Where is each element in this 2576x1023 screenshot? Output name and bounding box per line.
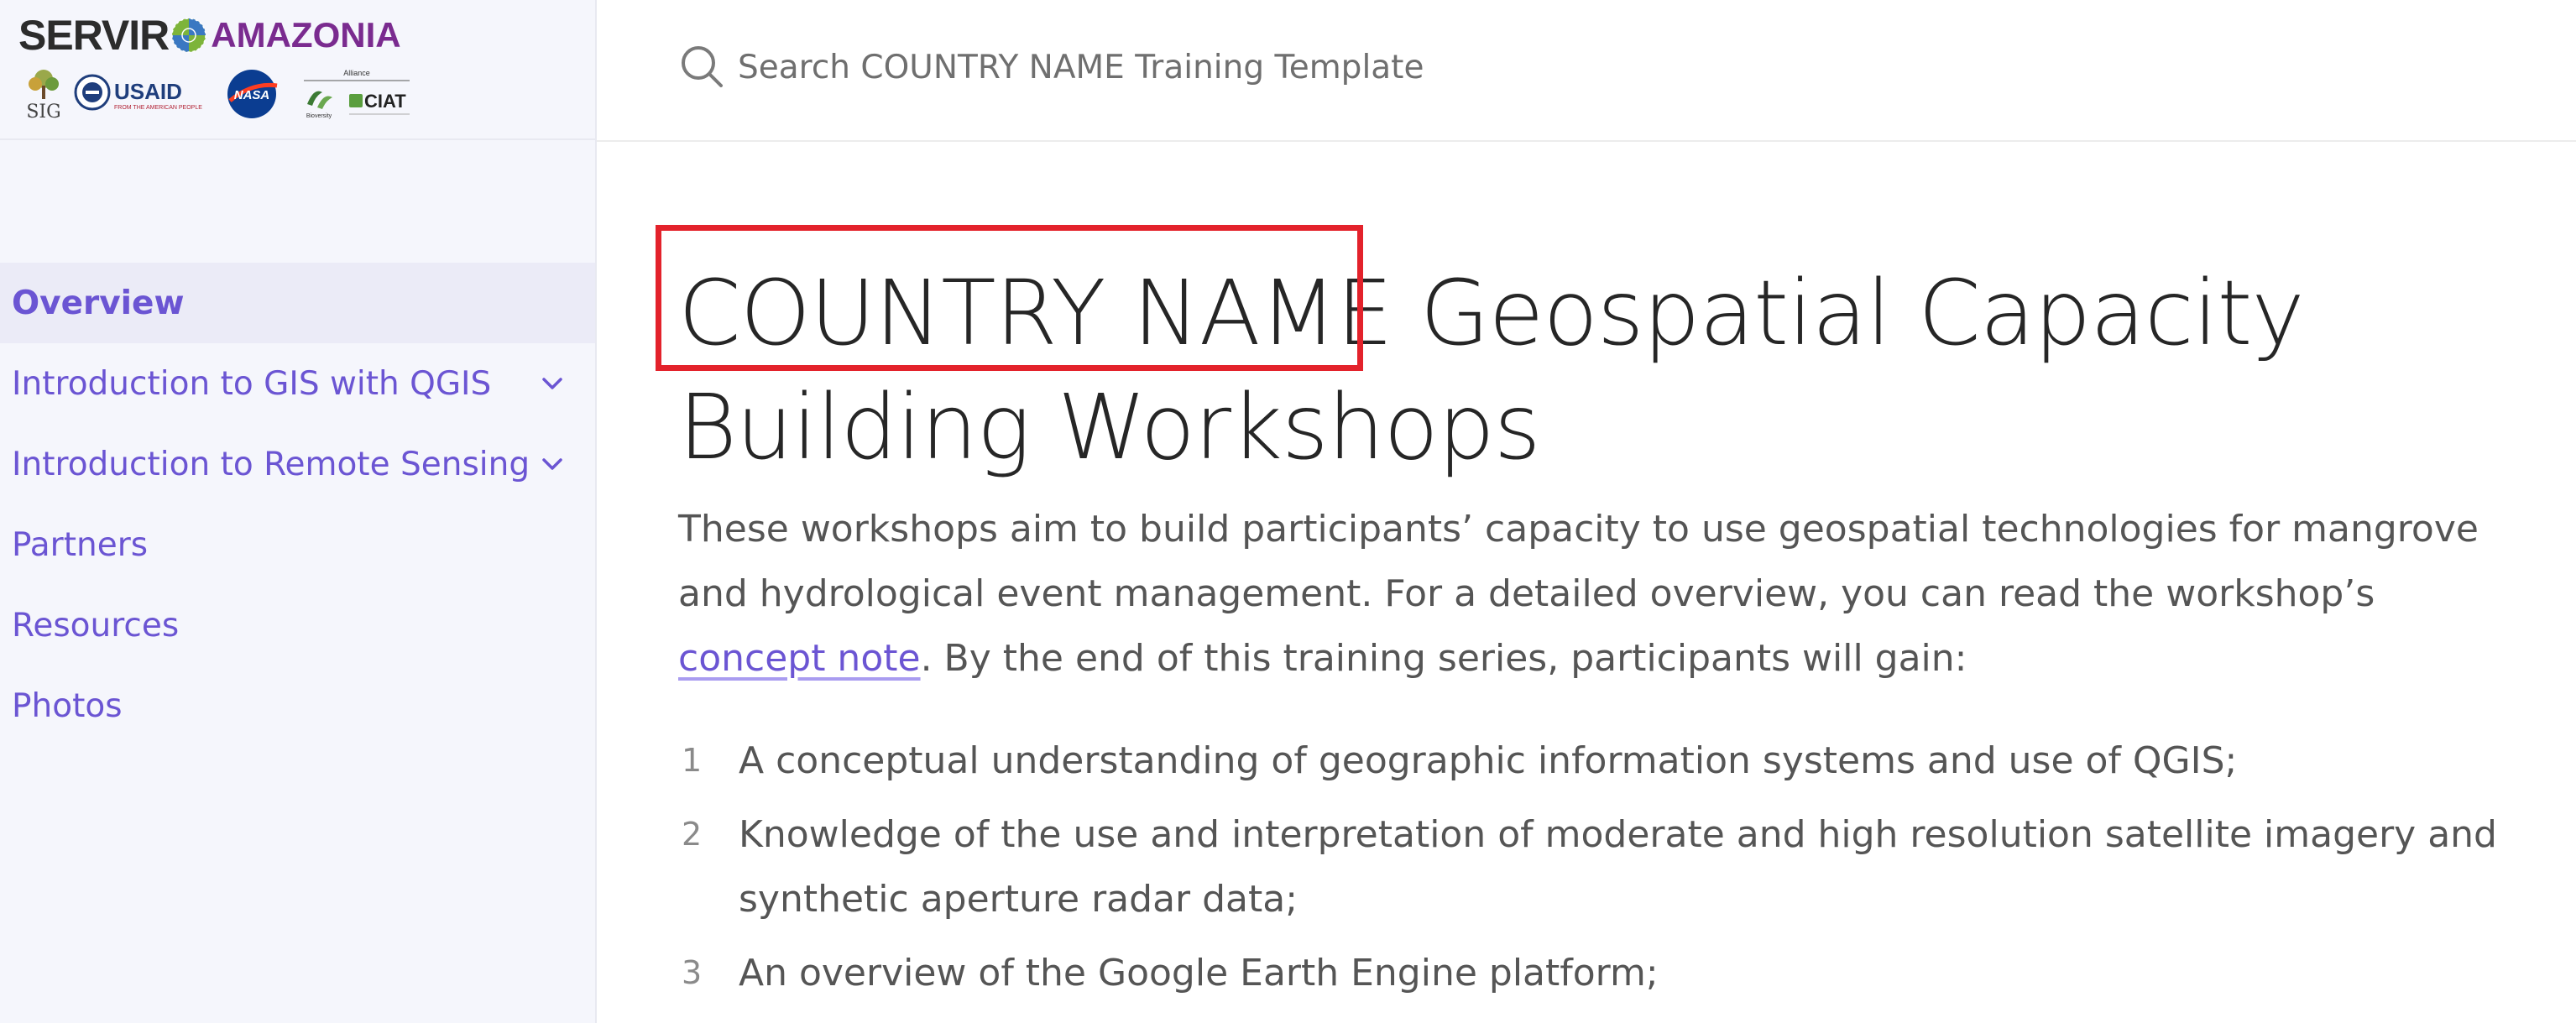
alliance-logo-header: Alliance bbox=[343, 69, 370, 77]
sidebar-item-label: Overview bbox=[12, 284, 185, 322]
intro-paragraph: These workshops aim to build participant… bbox=[678, 497, 2533, 691]
list-item: 1 A conceptual understanding of geograph… bbox=[678, 728, 2533, 793]
sig-logo-text: SIG bbox=[26, 102, 60, 121]
outcomes-list: 1 A conceptual understanding of geograph… bbox=[678, 728, 2533, 1015]
usaid-logo-subtext: FROM THE AMERICAN PEOPLE bbox=[114, 105, 202, 111]
highlight-box bbox=[656, 225, 1363, 371]
top-header bbox=[597, 0, 2576, 142]
logo-region-text: AMAZONIA bbox=[211, 15, 401, 55]
concept-note-link[interactable]: concept note bbox=[678, 637, 921, 680]
sidebar-item-label: Photos bbox=[12, 686, 123, 725]
partner-logos: SIG USAID FROM THE AMERICAN PEOPLE NASA … bbox=[18, 67, 413, 121]
sidebar-item-overview[interactable]: Overview bbox=[0, 263, 595, 343]
list-text: An overview of the Google Earth Engine p… bbox=[739, 952, 1659, 994]
logo-block[interactable]: SERVIR AMAZONIA SIG USAID FROM THE AMERI… bbox=[0, 0, 595, 140]
logo-brand-text: SERVIR bbox=[18, 12, 170, 59]
sidebar-item-intro-gis-qgis[interactable]: Introduction to GIS with QGIS bbox=[0, 343, 595, 424]
sidebar: SERVIR AMAZONIA SIG USAID FROM THE AMERI… bbox=[0, 0, 597, 1023]
list-item: 3 An overview of the Google Earth Engine… bbox=[678, 941, 2533, 1005]
servir-amazonia-logo: SERVIR AMAZONIA bbox=[18, 12, 401, 59]
list-number: 3 bbox=[682, 954, 703, 991]
alliance-ciat-logo-icon: Alliance Bioversity CIAT bbox=[304, 69, 410, 119]
sidebar-nav: Overview Introduction to GIS with QGIS I… bbox=[0, 263, 595, 746]
ciat-logo-text: CIAT bbox=[364, 91, 406, 112]
usaid-logo-icon: USAID FROM THE AMERICAN PEOPLE bbox=[74, 74, 202, 111]
sidebar-item-label: Introduction to Remote Sensing bbox=[12, 445, 530, 483]
chevron-down-icon[interactable] bbox=[536, 368, 568, 399]
search-input[interactable] bbox=[738, 42, 1745, 92]
sidebar-item-intro-remote-sensing[interactable]: Introduction to Remote Sensing bbox=[0, 424, 595, 504]
globe-icon bbox=[171, 18, 207, 53]
usaid-logo-text: USAID bbox=[114, 79, 182, 104]
sidebar-item-label: Resources bbox=[12, 606, 180, 645]
search-icon[interactable] bbox=[679, 44, 724, 89]
list-text: A conceptual understanding of geographic… bbox=[739, 739, 2238, 782]
sidebar-item-label: Introduction to GIS with QGIS bbox=[12, 364, 492, 403]
sig-logo-icon: SIG bbox=[26, 70, 61, 121]
list-number: 1 bbox=[682, 742, 703, 779]
sidebar-item-photos[interactable]: Photos bbox=[0, 665, 595, 746]
sidebar-item-label: Partners bbox=[12, 525, 149, 564]
nasa-logo-text: NASA bbox=[234, 88, 270, 102]
list-item: 2 Knowledge of the use and interpretatio… bbox=[678, 802, 2533, 932]
chevron-down-icon[interactable] bbox=[536, 448, 568, 480]
nasa-logo-icon: NASA bbox=[227, 70, 278, 118]
sidebar-item-partners[interactable]: Partners bbox=[0, 504, 595, 585]
list-number: 2 bbox=[682, 816, 703, 853]
intro-text-end: . By the end of this training series, pa… bbox=[920, 637, 1967, 680]
intro-text: These workshops aim to build participant… bbox=[678, 508, 2479, 615]
bioversity-logo-text: Bioversity bbox=[306, 113, 332, 119]
list-text: Knowledge of the use and interpretation … bbox=[739, 813, 2497, 921]
sidebar-item-resources[interactable]: Resources bbox=[0, 585, 595, 665]
